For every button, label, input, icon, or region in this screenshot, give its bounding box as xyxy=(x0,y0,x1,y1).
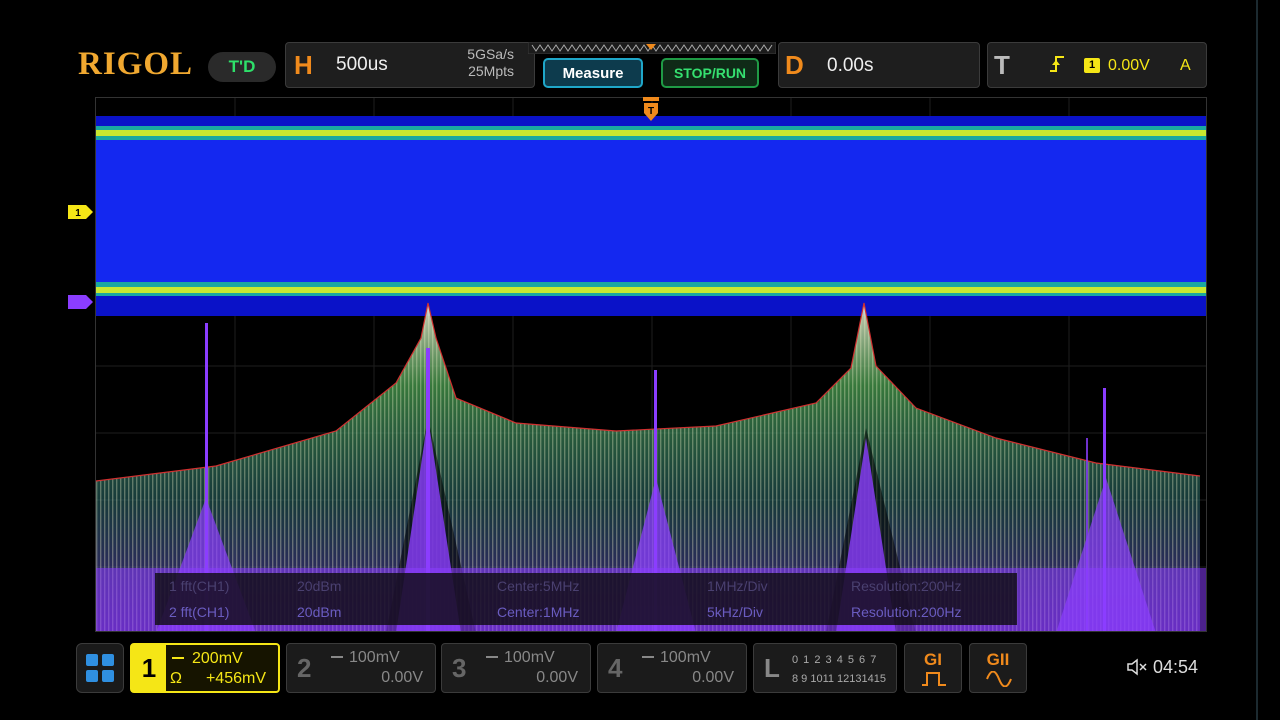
dc-coupling-icon xyxy=(642,656,654,662)
logic-channels-row2: 8 9 1011 12131415 xyxy=(792,673,886,685)
logic-analyzer-box[interactable]: L 0 1 2 3 4 5 6 7 8 9 1011 12131415 xyxy=(753,643,897,693)
delay-value: 0.00s xyxy=(827,55,874,76)
speaker-muted-icon[interactable] xyxy=(1126,658,1148,676)
rigol-logo: RIGOL xyxy=(78,46,194,82)
trigger-position-marker[interactable]: T xyxy=(643,97,659,123)
dc-coupling-icon xyxy=(172,657,184,663)
channel-1-scale: 200mV xyxy=(192,650,243,667)
channel-2-scale: 100mV xyxy=(349,649,400,666)
delay-letter: D xyxy=(785,50,804,80)
home-grid-icon xyxy=(86,654,98,666)
fft2-source: 2 fft(CH1) xyxy=(169,604,230,620)
channel-4-box[interactable]: 4 100mV 0.00V xyxy=(597,643,747,693)
trigger-marker-label: T xyxy=(648,106,654,117)
fft2-center: Center:1MHz xyxy=(497,604,580,620)
sample-rate-info: 5GSa/s 25Mpts xyxy=(467,46,514,80)
logic-channels-row1: 0 1 2 3 4 5 6 7 xyxy=(792,654,878,666)
channel-4-number: 4 xyxy=(608,653,623,683)
ch1-offset-marker[interactable]: 1 xyxy=(68,204,94,220)
channel-1-number: 1 xyxy=(132,645,166,691)
generator-1-button[interactable]: GI xyxy=(904,643,962,693)
fft2-scale: 20dBm xyxy=(297,604,342,620)
measure-button[interactable]: Measure xyxy=(543,58,643,88)
logic-letter: L xyxy=(764,653,780,683)
clock: 04:54 xyxy=(1153,657,1199,677)
fft1-scale: 20dBm xyxy=(297,578,342,594)
horizontal-panel[interactable]: H 500us 5GSa/s 25Mpts xyxy=(285,42,535,88)
memory-depth: 25Mpts xyxy=(468,63,514,79)
memory-position-strip[interactable] xyxy=(528,42,776,54)
channel-4-offset: 0.00V xyxy=(692,669,734,686)
square-wave-icon xyxy=(922,672,946,686)
trigger-letter: T xyxy=(994,50,1010,80)
channel-2-box[interactable]: 2 100mV 0.00V xyxy=(286,643,436,693)
impedance-icon: Ω xyxy=(170,670,182,687)
fft-info-panel: 1 fft(CH1) 20dBm Center:5MHz 1MHz/Div Re… xyxy=(155,573,1017,625)
fft1-resolution: Resolution:200Hz xyxy=(851,578,962,594)
fft2-resolution: Resolution:200Hz xyxy=(851,604,962,620)
frame-edge xyxy=(1256,0,1258,720)
rising-edge-icon xyxy=(1050,56,1064,72)
waveform-display[interactable]: 1 fft(CH1) 20dBm Center:5MHz 1MHz/Div Re… xyxy=(95,97,1207,632)
fft1-source: 1 fft(CH1) xyxy=(169,578,230,594)
delay-panel[interactable]: D 0.00s xyxy=(778,42,980,88)
dc-coupling-icon xyxy=(486,656,498,662)
sine-wave-icon xyxy=(986,671,1012,687)
home-menu-button[interactable] xyxy=(76,643,124,693)
stop-run-button[interactable]: STOP/RUN xyxy=(661,58,759,88)
fft2-span: 5kHz/Div xyxy=(707,604,764,620)
channel-3-offset: 0.00V xyxy=(536,669,578,686)
trigger-level: 0.00V xyxy=(1108,57,1150,74)
channel-1-box[interactable]: 1 200mV Ω +456mV xyxy=(130,643,280,693)
dc-coupling-icon xyxy=(331,656,343,662)
trigger-source-badge: 1 xyxy=(1084,58,1100,73)
fft1-span: 1MHz/Div xyxy=(707,578,768,594)
ch1-trace xyxy=(96,116,1206,316)
fft1-info-row: 1 fft(CH1) 20dBm Center:5MHz 1MHz/Div Re… xyxy=(155,573,1017,599)
ch1-marker-label: 1 xyxy=(75,208,81,219)
channel-1-offset: +456mV xyxy=(205,670,266,687)
fft2-info-row: 2 fft(CH1) 20dBm Center:1MHz 5kHz/Div Re… xyxy=(155,599,1017,625)
horizontal-letter: H xyxy=(294,50,313,80)
trigger-mode: A xyxy=(1180,57,1191,74)
channel-3-scale: 100mV xyxy=(504,649,555,666)
generator-1-label: GI xyxy=(924,650,942,669)
sample-rate: 5GSa/s xyxy=(467,46,514,62)
channel-3-box[interactable]: 3 100mV 0.00V xyxy=(441,643,591,693)
fft1-center: Center:5MHz xyxy=(497,578,580,594)
channel-3-number: 3 xyxy=(452,653,467,683)
channel-2-number: 2 xyxy=(297,653,312,683)
status-area: 04:54 xyxy=(1126,657,1198,678)
generator-2-button[interactable]: GII xyxy=(969,643,1027,693)
mode-badge[interactable]: T'D xyxy=(208,52,276,82)
channel-2-offset: 0.00V xyxy=(381,669,423,686)
math-offset-marker[interactable] xyxy=(68,294,94,310)
generator-2-label: GII xyxy=(986,650,1010,669)
waveform-canvas xyxy=(96,98,1206,631)
channel-4-scale: 100mV xyxy=(660,649,711,666)
trigger-panel[interactable]: T 1 0.00V A xyxy=(987,42,1207,88)
timebase-value: 500us xyxy=(336,54,388,75)
